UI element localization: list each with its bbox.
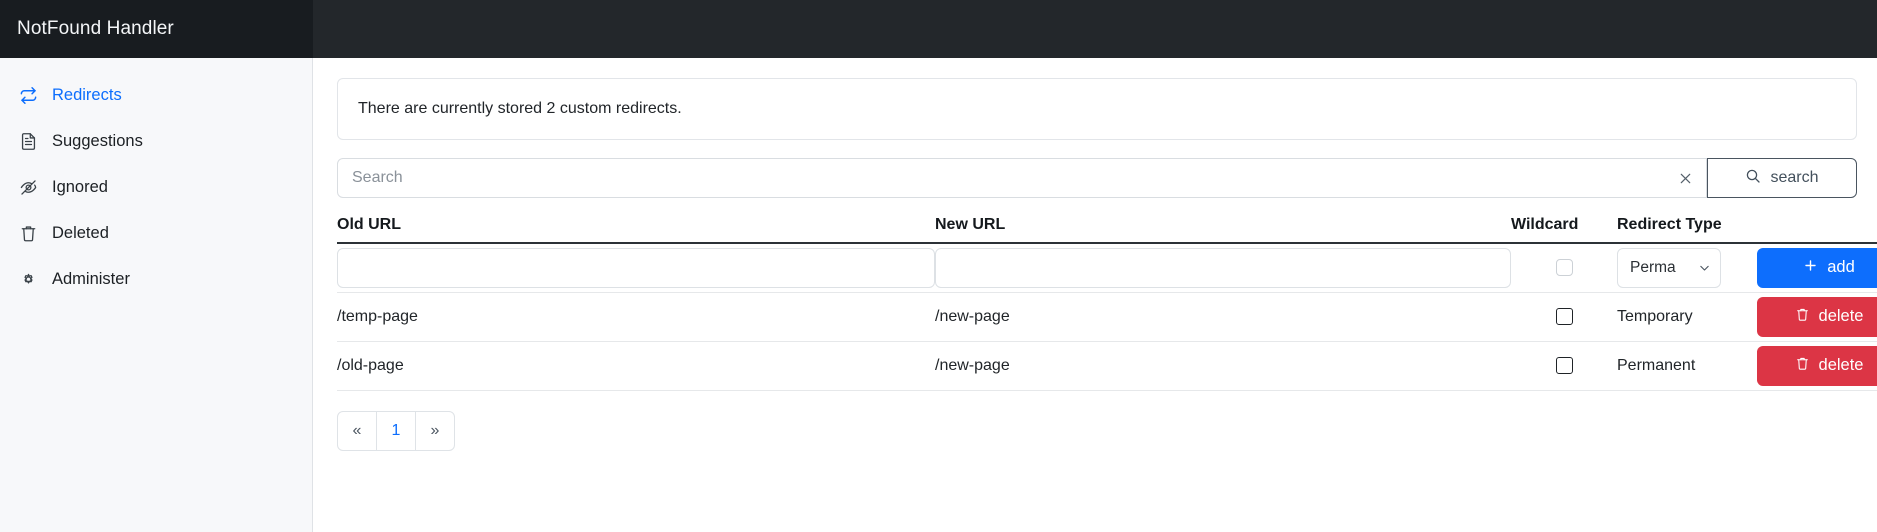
arrow-repeat-icon (18, 85, 38, 105)
pagination-next[interactable]: » (415, 410, 455, 451)
search-button[interactable]: search (1707, 158, 1857, 198)
table-body: Perma add /temp-page /new-page Temporary… (337, 243, 1877, 391)
header-new-url: New URL (935, 216, 1511, 244)
sidebar-item-ignored[interactable]: Ignored (0, 168, 312, 206)
cell-new-url: /new-page (935, 292, 1511, 342)
file-text-icon (18, 131, 38, 151)
redirect-type-select[interactable]: Perma (1617, 247, 1721, 288)
add-redirect-row: Perma add (337, 243, 1877, 293)
search-input[interactable] (337, 158, 1707, 198)
sidebar-item-deleted[interactable]: Deleted (0, 214, 312, 252)
delete-button[interactable]: delete (1757, 345, 1877, 386)
delete-button-label: delete (1818, 307, 1864, 325)
sidebar-item-label: Administer (52, 269, 130, 288)
sidebar: Redirects Suggestions Ignored Deleted Ad… (0, 58, 313, 532)
add-wildcard-cell (1511, 243, 1617, 293)
cell-new-url: /new-page (935, 341, 1511, 391)
cell-actions: delete (1745, 292, 1877, 342)
close-icon[interactable] (1664, 159, 1706, 197)
wildcard-checkbox[interactable] (1555, 259, 1573, 277)
app-title: NotFound Handler (17, 18, 174, 39)
delete-button[interactable]: delete (1757, 296, 1877, 337)
old-url-input[interactable] (337, 247, 935, 288)
sidebar-item-label: Ignored (52, 177, 108, 196)
cell-wildcard (1511, 341, 1617, 391)
cell-redirect-type: Temporary (1617, 292, 1745, 342)
table-row: /old-page /new-page Permanent delete (337, 341, 1877, 391)
header-wildcard: Wildcard (1511, 216, 1617, 244)
redirect-count-alert: There are currently stored 2 custom redi… (337, 78, 1857, 140)
chevron-down-icon (1698, 261, 1711, 274)
trash-icon (1795, 307, 1810, 327)
add-button[interactable]: add (1757, 247, 1877, 288)
sidebar-item-label: Redirects (52, 85, 122, 104)
wildcard-checkbox[interactable] (1555, 307, 1573, 325)
search-button-label: search (1770, 169, 1819, 186)
add-redirect-type-cell: Perma (1617, 243, 1745, 293)
new-url-input[interactable] (935, 247, 1511, 288)
add-old-url-cell (337, 243, 935, 293)
trash-icon (1795, 356, 1810, 376)
sidebar-item-administer[interactable]: Administer (0, 260, 312, 298)
plus-icon (1803, 258, 1818, 278)
pagination: « 1 » (337, 410, 455, 451)
pagination-prev[interactable]: « (337, 410, 377, 451)
sidebar-item-redirects[interactable]: Redirects (0, 76, 312, 114)
alert-message: There are currently stored 2 custom redi… (358, 100, 682, 117)
eye-slash-icon (18, 177, 38, 197)
cell-wildcard (1511, 292, 1617, 342)
gear-icon (18, 269, 38, 289)
sidebar-item-suggestions[interactable]: Suggestions (0, 122, 312, 160)
header-redirect-type: Redirect Type (1617, 216, 1877, 244)
navbar-brand-area: NotFound Handler (0, 0, 313, 58)
sidebar-item-label: Suggestions (52, 131, 143, 150)
search-input-wrapper (337, 158, 1707, 198)
table-header: Old URL New URL Wildcard Redirect Type (337, 216, 1877, 244)
search-icon (1745, 168, 1761, 189)
pagination-page-1[interactable]: 1 (376, 410, 416, 451)
redirect-type-selected-value: Perma (1630, 258, 1676, 276)
cell-actions: delete (1745, 341, 1877, 391)
table-row: /temp-page /new-page Temporary delete (337, 292, 1877, 342)
delete-button-label: delete (1818, 356, 1864, 374)
redirects-table: Old URL New URL Wildcard Redirect Type P… (337, 216, 1877, 391)
main-content: There are currently stored 2 custom redi… (313, 58, 1877, 532)
top-navbar: NotFound Handler (0, 0, 1877, 58)
cell-redirect-type: Permanent (1617, 341, 1745, 391)
header-old-url: Old URL (337, 216, 935, 244)
table-header-row: Old URL New URL Wildcard Redirect Type (337, 216, 1877, 244)
search-bar: search (337, 158, 1857, 198)
wildcard-checkbox[interactable] (1555, 356, 1573, 374)
add-new-url-cell (935, 243, 1511, 293)
cell-old-url: /temp-page (337, 292, 935, 342)
sidebar-item-label: Deleted (52, 223, 109, 242)
trash-icon (18, 223, 38, 243)
cell-old-url: /old-page (337, 341, 935, 391)
add-action-cell: add (1745, 243, 1877, 293)
add-button-label: add (1827, 258, 1855, 277)
